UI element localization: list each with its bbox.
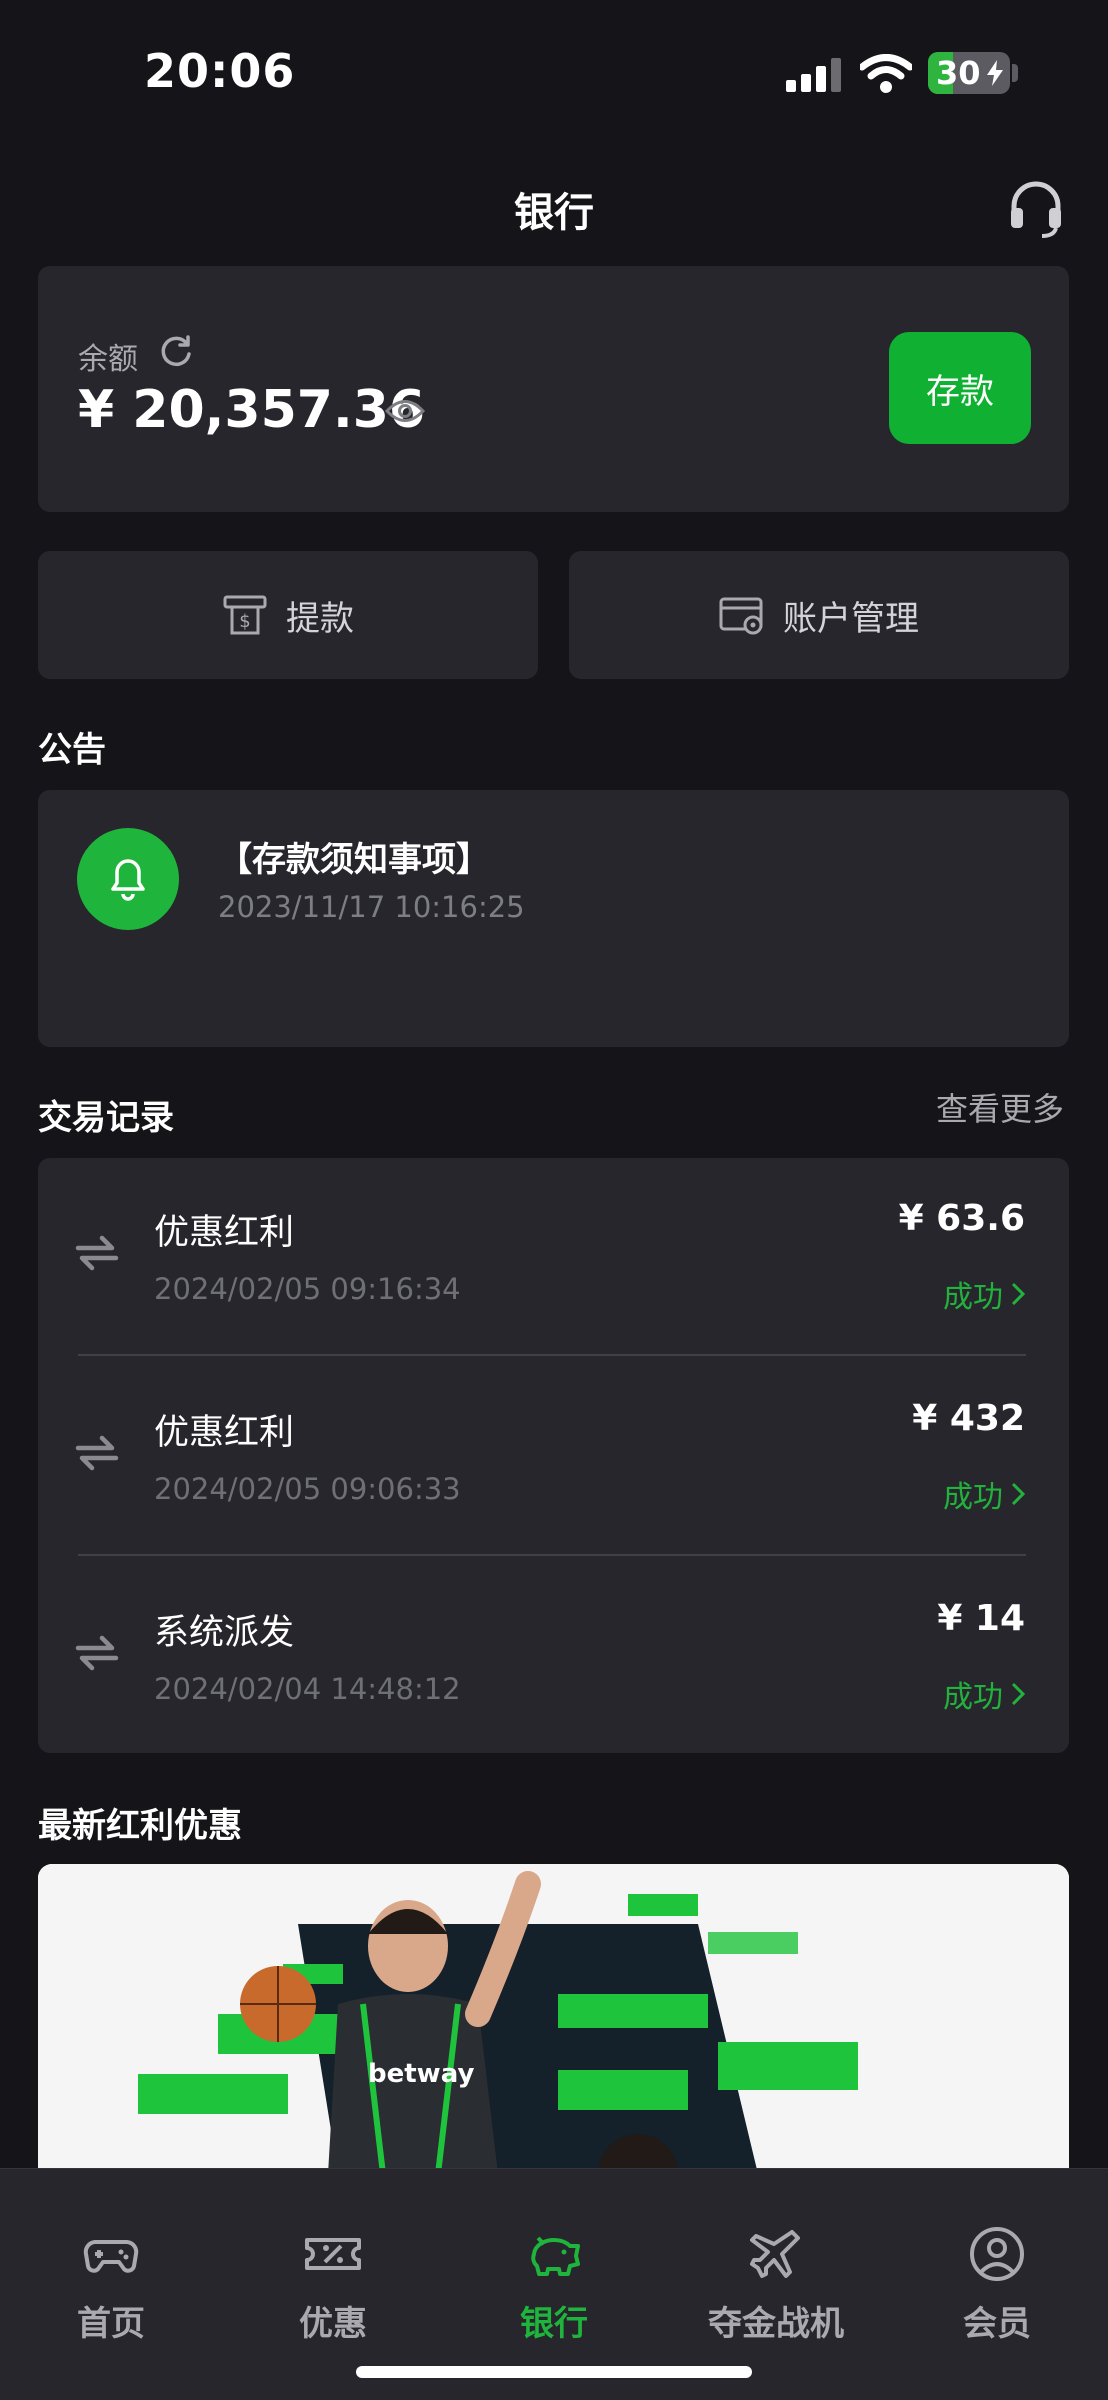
refresh-icon[interactable] bbox=[158, 334, 194, 370]
chevron-right-icon bbox=[1011, 1682, 1025, 1706]
page-title: 银行 bbox=[514, 190, 594, 236]
tab-bank-label: 银行 bbox=[520, 2304, 588, 2344]
tab-jet-game[interactable]: 夺金战机 bbox=[696, 2224, 856, 2345]
balance-amount: ¥ 20,357.36 bbox=[78, 380, 426, 440]
notice-time: 2023/11/17 10:16:25 bbox=[218, 890, 525, 924]
transaction-time: 2024/02/05 09:06:33 bbox=[154, 1472, 461, 1506]
transaction-name: 优惠红利 bbox=[154, 1213, 295, 1253]
user-circle-icon bbox=[970, 2227, 1024, 2281]
ticket-icon bbox=[305, 2238, 361, 2270]
tab-bank[interactable]: 银行 bbox=[474, 2224, 634, 2345]
transfer-icon bbox=[75, 1635, 119, 1671]
transaction-name: 优惠红利 bbox=[154, 1413, 295, 1453]
tab-home-label: 首页 bbox=[77, 2304, 145, 2344]
transaction-row[interactable]: 系统派发 2024/02/04 14:48:12 ¥ 14 成功 bbox=[38, 1558, 1069, 1758]
jet-icon bbox=[750, 2230, 800, 2278]
transaction-row[interactable]: 优惠红利 2024/02/05 09:16:34 ¥ 63.6 成功 bbox=[38, 1158, 1069, 1358]
promo-basketball-image: betway bbox=[38, 1864, 1069, 2174]
transaction-status-label: 成功 bbox=[943, 1480, 1003, 1515]
tab-promotions-label: 优惠 bbox=[299, 2304, 367, 2344]
notice-title: 【存款须知事项】 bbox=[218, 840, 490, 880]
card-settings-icon bbox=[719, 597, 763, 635]
divider bbox=[78, 1554, 1026, 1556]
divider bbox=[78, 1354, 1026, 1356]
transaction-status: 成功 bbox=[943, 1672, 1025, 1716]
signal-icon bbox=[786, 58, 842, 92]
piggy-bank-icon bbox=[531, 2236, 580, 2276]
tab-jet-game-label: 夺金战机 bbox=[708, 2304, 844, 2344]
bell-icon bbox=[111, 859, 145, 901]
deposit-button[interactable]: 存款 bbox=[889, 332, 1031, 444]
tab-member-label: 会员 bbox=[963, 2304, 1031, 2344]
tab-promotions[interactable]: 优惠 bbox=[253, 2224, 413, 2345]
promo-banner[interactable]: betway bbox=[38, 1864, 1069, 2174]
transaction-row[interactable]: 优惠红利 2024/02/05 09:06:33 ¥ 432 成功 bbox=[38, 1358, 1069, 1558]
transaction-amount: ¥ 63.6 bbox=[898, 1198, 1025, 1239]
notice-card[interactable] bbox=[38, 790, 1069, 1047]
chevron-right-icon bbox=[1011, 1482, 1025, 1506]
withdraw-label: 提款 bbox=[286, 598, 354, 639]
transaction-status: 成功 bbox=[943, 1472, 1025, 1516]
transaction-status-label: 成功 bbox=[943, 1680, 1003, 1715]
battery-tip bbox=[1012, 64, 1018, 82]
balance-label: 余额 bbox=[78, 342, 138, 377]
home-indicator bbox=[356, 2366, 752, 2378]
transaction-name: 系统派发 bbox=[154, 1613, 295, 1653]
jersey-text: betway bbox=[368, 2059, 474, 2089]
transaction-time: 2024/02/05 09:16:34 bbox=[154, 1272, 461, 1306]
bell-badge bbox=[77, 828, 179, 930]
battery-level: 30 bbox=[936, 54, 981, 92]
transaction-amount: ¥ 432 bbox=[912, 1398, 1025, 1439]
notice-section-title: 公告 bbox=[38, 730, 106, 770]
transaction-amount: ¥ 14 bbox=[937, 1598, 1025, 1639]
transfer-icon bbox=[75, 1235, 119, 1271]
atm-icon: $ bbox=[223, 595, 267, 635]
withdraw-button[interactable]: $ 提款 bbox=[38, 551, 538, 679]
promo-section-title: 最新红利优惠 bbox=[38, 1806, 242, 1846]
transaction-time: 2024/02/04 14:48:12 bbox=[154, 1672, 461, 1706]
status-time: 20:06 bbox=[144, 44, 296, 98]
wifi-icon bbox=[860, 54, 912, 93]
tab-member[interactable]: 会员 bbox=[917, 2224, 1077, 2345]
account-management-label: 账户管理 bbox=[783, 598, 919, 639]
transactions-section-title: 交易记录 bbox=[38, 1098, 174, 1138]
transfer-icon bbox=[75, 1435, 119, 1471]
headset-icon[interactable] bbox=[1008, 178, 1064, 238]
transaction-status: 成功 bbox=[943, 1272, 1025, 1316]
account-management-button[interactable]: 账户管理 bbox=[569, 551, 1069, 679]
battery-icon: 30 bbox=[928, 52, 1010, 94]
chevron-right-icon bbox=[1011, 1282, 1025, 1306]
eye-icon[interactable] bbox=[384, 396, 426, 426]
gamepad-icon bbox=[83, 2240, 139, 2273]
tab-home[interactable]: 首页 bbox=[31, 2224, 191, 2345]
svg-text:$: $ bbox=[239, 611, 250, 632]
transaction-status-label: 成功 bbox=[943, 1280, 1003, 1315]
view-more-link[interactable]: 查看更多 bbox=[936, 1084, 1064, 1130]
